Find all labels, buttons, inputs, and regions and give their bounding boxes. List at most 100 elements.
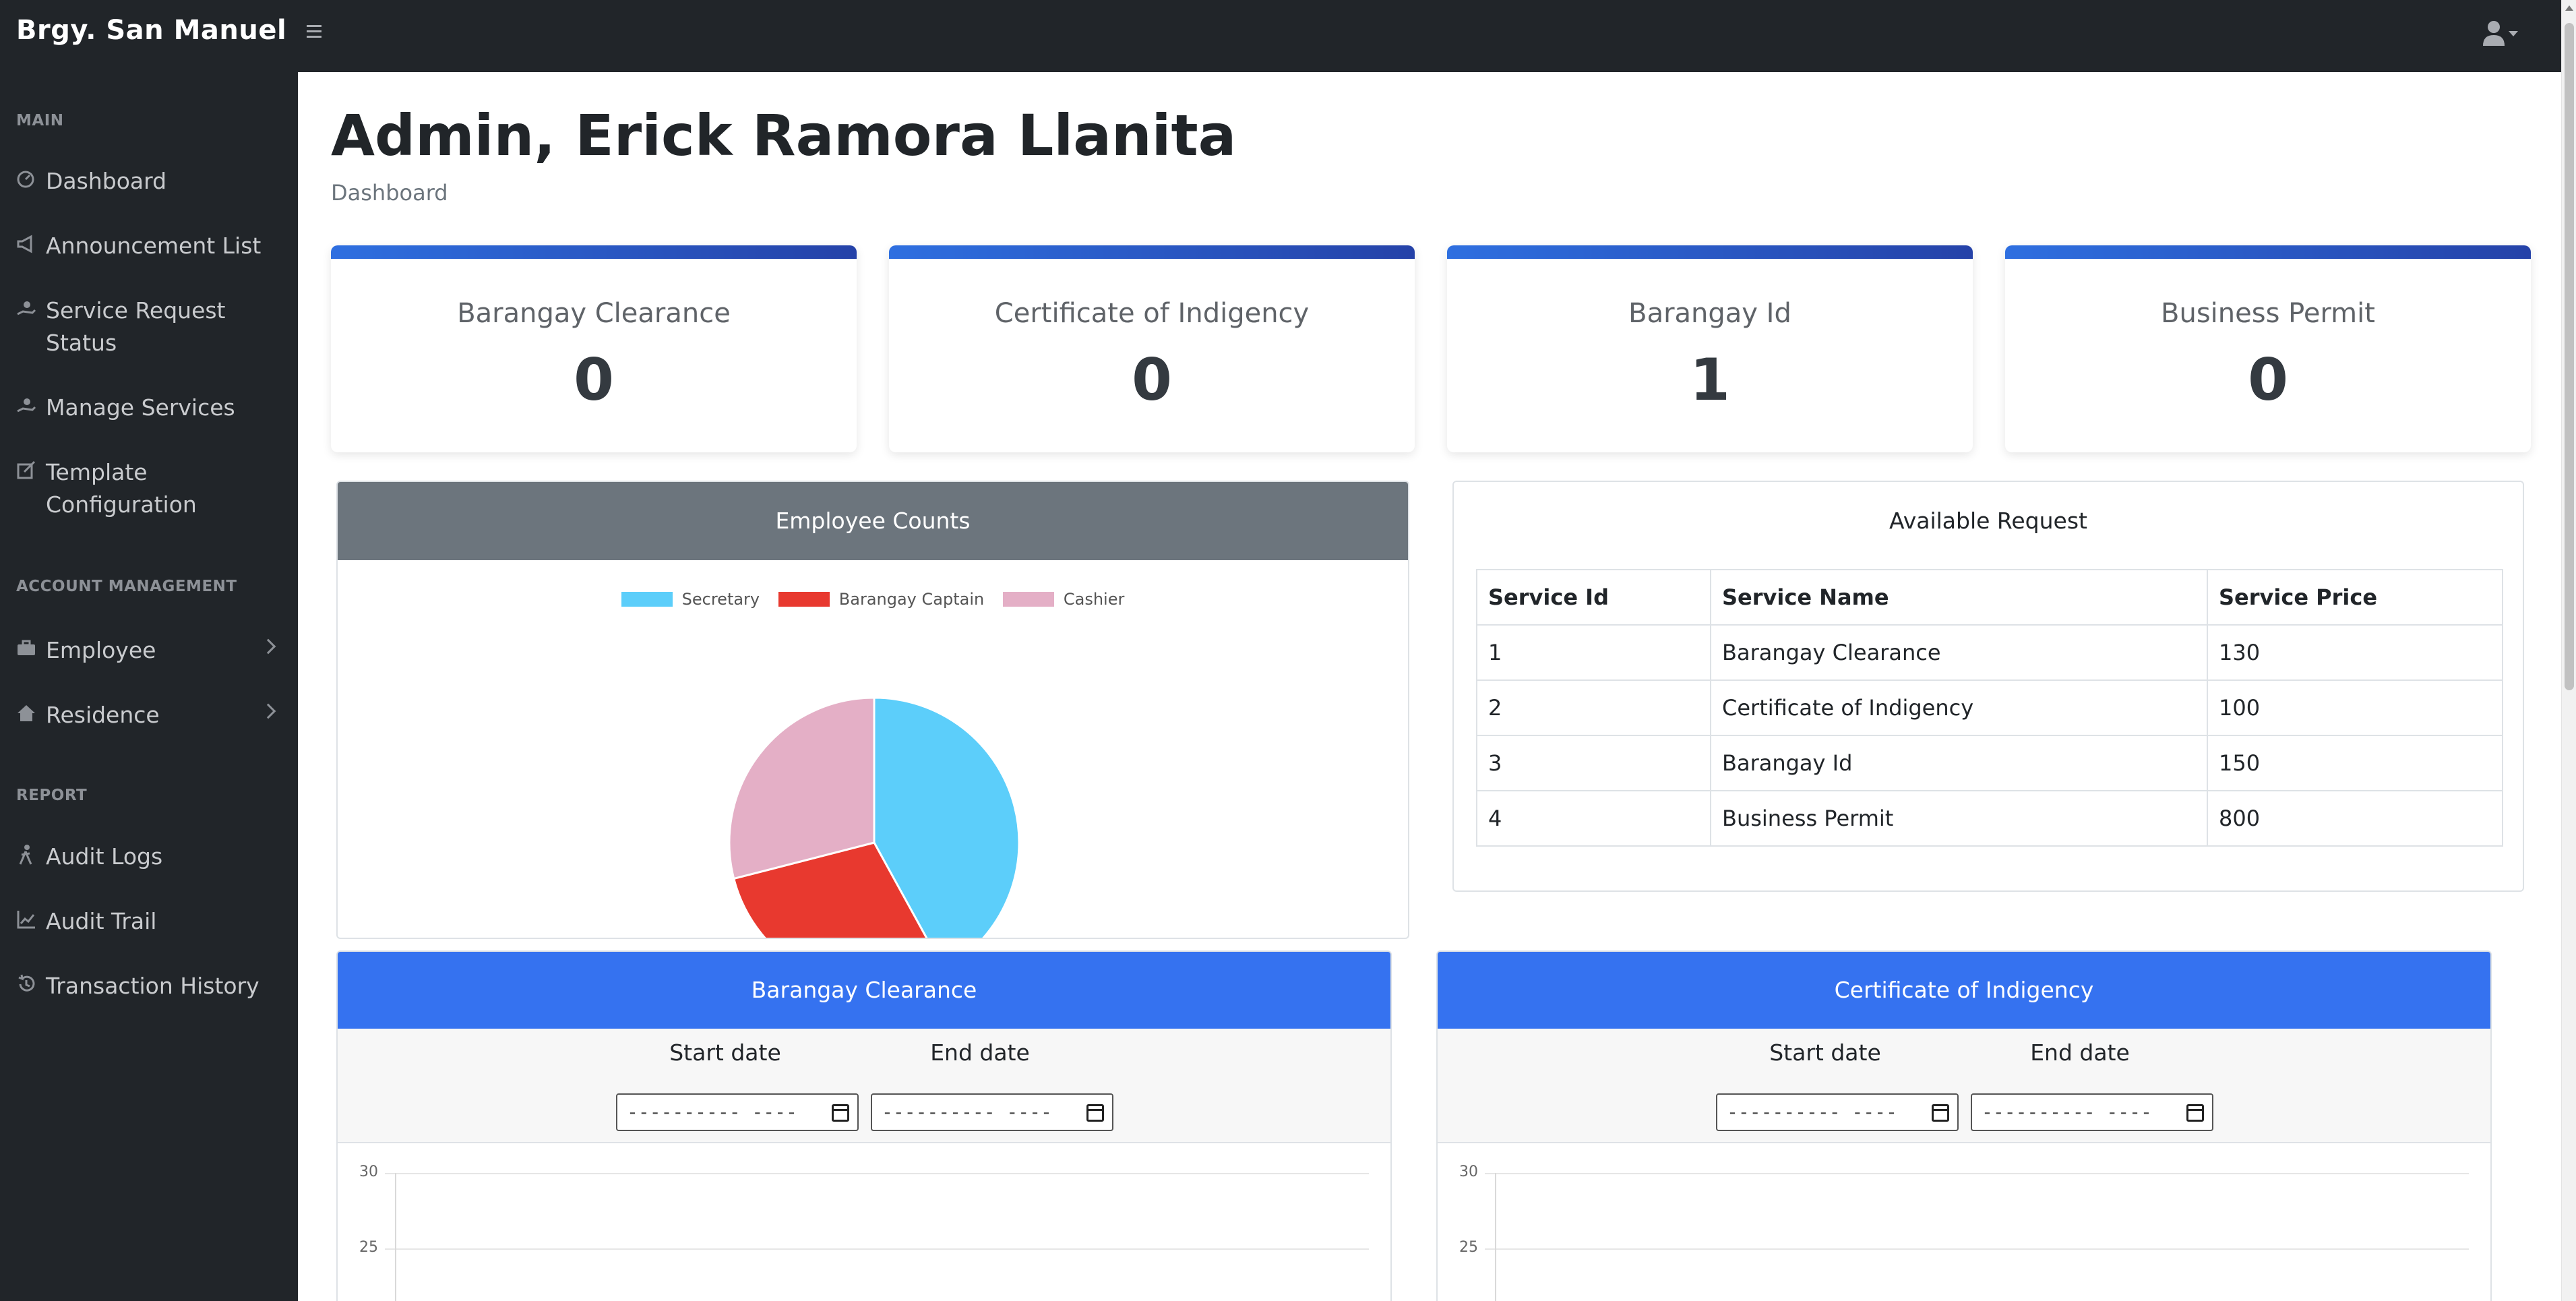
sidebar-item-transaction-history[interactable]: Transaction History [16,970,286,1002]
gridline [385,1173,1369,1174]
sidebar-item-template-configuration[interactable]: Template Configuration [16,456,286,521]
menu-toggle-icon[interactable] [307,22,330,42]
table-row: 1 Barangay Clearance 130 [1476,624,2503,681]
sidebar-heading-account: ACCOUNT MANAGEMENT [16,578,237,595]
sidebar-item-label: Transaction History [46,973,259,999]
sidebar-item-label: Employee [46,637,156,663]
breadcrumb[interactable]: Dashboard [331,180,448,206]
hand-icon [17,398,36,413]
line-chart-icon [17,911,35,929]
calendar-icon[interactable] [1932,1104,1949,1122]
scroll-thumb[interactable] [2565,23,2574,690]
sidebar-item-manage-services[interactable]: Manage Services [16,392,286,424]
y-tick-label: 25 [359,1239,378,1256]
stat-card-barangay-clearance: Barangay Clearance 0 [331,245,857,452]
house-icon [18,705,35,721]
panel-title: Available Request [1889,508,2087,534]
start-date-label: Start date [1769,1039,1881,1066]
date-placeholder: ---------- ---- [882,1101,1052,1123]
cell-service-name: Barangay Id [1710,735,2208,791]
start-date-input[interactable]: ---------- ---- [1716,1093,1959,1131]
briefcase-icon [18,640,35,655]
calendar-icon[interactable] [1086,1104,1104,1122]
page-title: Admin, Erick Ramora Llanita [331,102,1237,169]
gridline [1485,1173,2469,1174]
column-header: Service Price [2207,569,2503,626]
sidebar-item-label: Announcement List [46,233,262,259]
sidebar: MAIN Dashboard Announcement List Service… [0,72,298,1301]
sidebar-item-employee[interactable]: Employee [16,634,286,667]
stat-value: 1 [1690,346,1730,414]
y-axis [395,1173,396,1301]
cell-service-price: 100 [2207,679,2503,736]
sidebar-item-audit-trail[interactable]: Audit Trail [16,905,286,938]
cell-service-price: 130 [2207,624,2503,681]
stat-label: Business Permit [2161,298,2375,329]
employee-pie-chart [728,696,1020,938]
sidebar-item-label: Audit Logs [46,843,163,870]
table-header-row: Service Id Service Name Service Price [1476,569,2503,626]
scroll-up-icon[interactable] [2565,5,2573,11]
calendar-icon[interactable] [2186,1104,2204,1122]
start-date-input[interactable]: ---------- ---- [616,1093,859,1131]
sidebar-heading-report: REPORT [16,787,88,804]
barangay-clearance-chart-panel: Barangay Clearance Start date End date -… [336,950,1392,1301]
column-header: Service Id [1476,569,1711,626]
end-date-label: End date [2030,1039,2130,1066]
date-placeholder: ---------- ---- [1727,1101,1897,1123]
stat-card-certificate-of-indigency: Certificate of Indigency 0 [889,245,1415,452]
walk-icon [19,845,32,865]
megaphone-icon [17,235,32,253]
end-date-input[interactable]: ---------- ---- [871,1093,1113,1131]
sidebar-item-dashboard[interactable]: Dashboard [16,165,286,198]
stat-label: Barangay Clearance [457,298,731,329]
dashboard-icon [17,171,34,188]
certificate-of-indigency-chart-panel: Certificate of Indigency Start date End … [1436,950,2492,1301]
user-icon [2483,21,2505,46]
sidebar-item-service-request-status[interactable]: Service Request Status [16,295,286,359]
cell-service-price: 800 [2207,790,2503,847]
y-axis [1495,1173,1496,1301]
table-row: 4 Business Permit 800 [1476,790,2503,847]
sidebar-item-residence[interactable]: Residence [16,699,286,731]
stat-value: 0 [574,346,614,414]
stat-card-barangay-id: Barangay Id 1 [1447,245,1973,452]
y-tick-label: 30 [1459,1163,1478,1180]
history-icon [18,974,35,992]
table-row: 3 Barangay Id 150 [1476,735,2503,791]
employee-counts-panel: Employee Counts Secretary Barangay Capta… [336,481,1409,939]
sidebar-item-label: Residence [46,702,160,728]
user-menu-button[interactable] [2475,20,2523,47]
cell-service-id: 4 [1476,790,1711,847]
stat-card-business-permit: Business Permit 0 [2005,245,2531,452]
cell-service-id: 2 [1476,679,1711,736]
sidebar-item-label: Service Request Status [46,297,226,356]
panel-title: Barangay Clearance [338,952,1390,1029]
date-filter: Start date End date ---------- ---- ----… [1438,1029,2490,1143]
brand-title[interactable]: Brgy. San Manuel [16,15,286,46]
cell-service-name: Certificate of Indigency [1710,679,2208,736]
sidebar-item-announcement-list[interactable]: Announcement List [16,230,286,262]
date-filter: Start date End date ---------- ---- ----… [338,1029,1390,1143]
stat-value: 0 [1132,346,1172,414]
date-placeholder: ---------- ---- [1982,1101,2152,1123]
stat-label: Certificate of Indigency [994,298,1310,329]
sidebar-item-label: Audit Trail [46,908,157,934]
hand-icon [17,301,36,315]
table-row: 2 Certificate of Indigency 100 [1476,679,2503,736]
end-date-label: End date [930,1039,1030,1066]
end-date-input[interactable]: ---------- ---- [1971,1093,2213,1131]
chevron-right-icon [260,703,276,719]
edit-icon [17,460,36,479]
service-table: Service Id Service Name Service Price 1 … [1476,569,2503,847]
available-request-panel: Available Request Service Id Service Nam… [1452,481,2524,892]
start-date-label: Start date [669,1039,781,1066]
line-chart-area: 30 25 [338,1143,1390,1301]
y-tick-label: 30 [359,1163,378,1180]
cell-service-id: 3 [1476,735,1711,791]
sidebar-item-audit-logs[interactable]: Audit Logs [16,841,286,873]
page-scrollbar[interactable] [2561,0,2576,1301]
date-placeholder: ---------- ---- [627,1101,797,1123]
calendar-icon[interactable] [832,1104,849,1122]
main-content: Admin, Erick Ramora Llanita Dashboard Ba… [298,72,2561,1301]
